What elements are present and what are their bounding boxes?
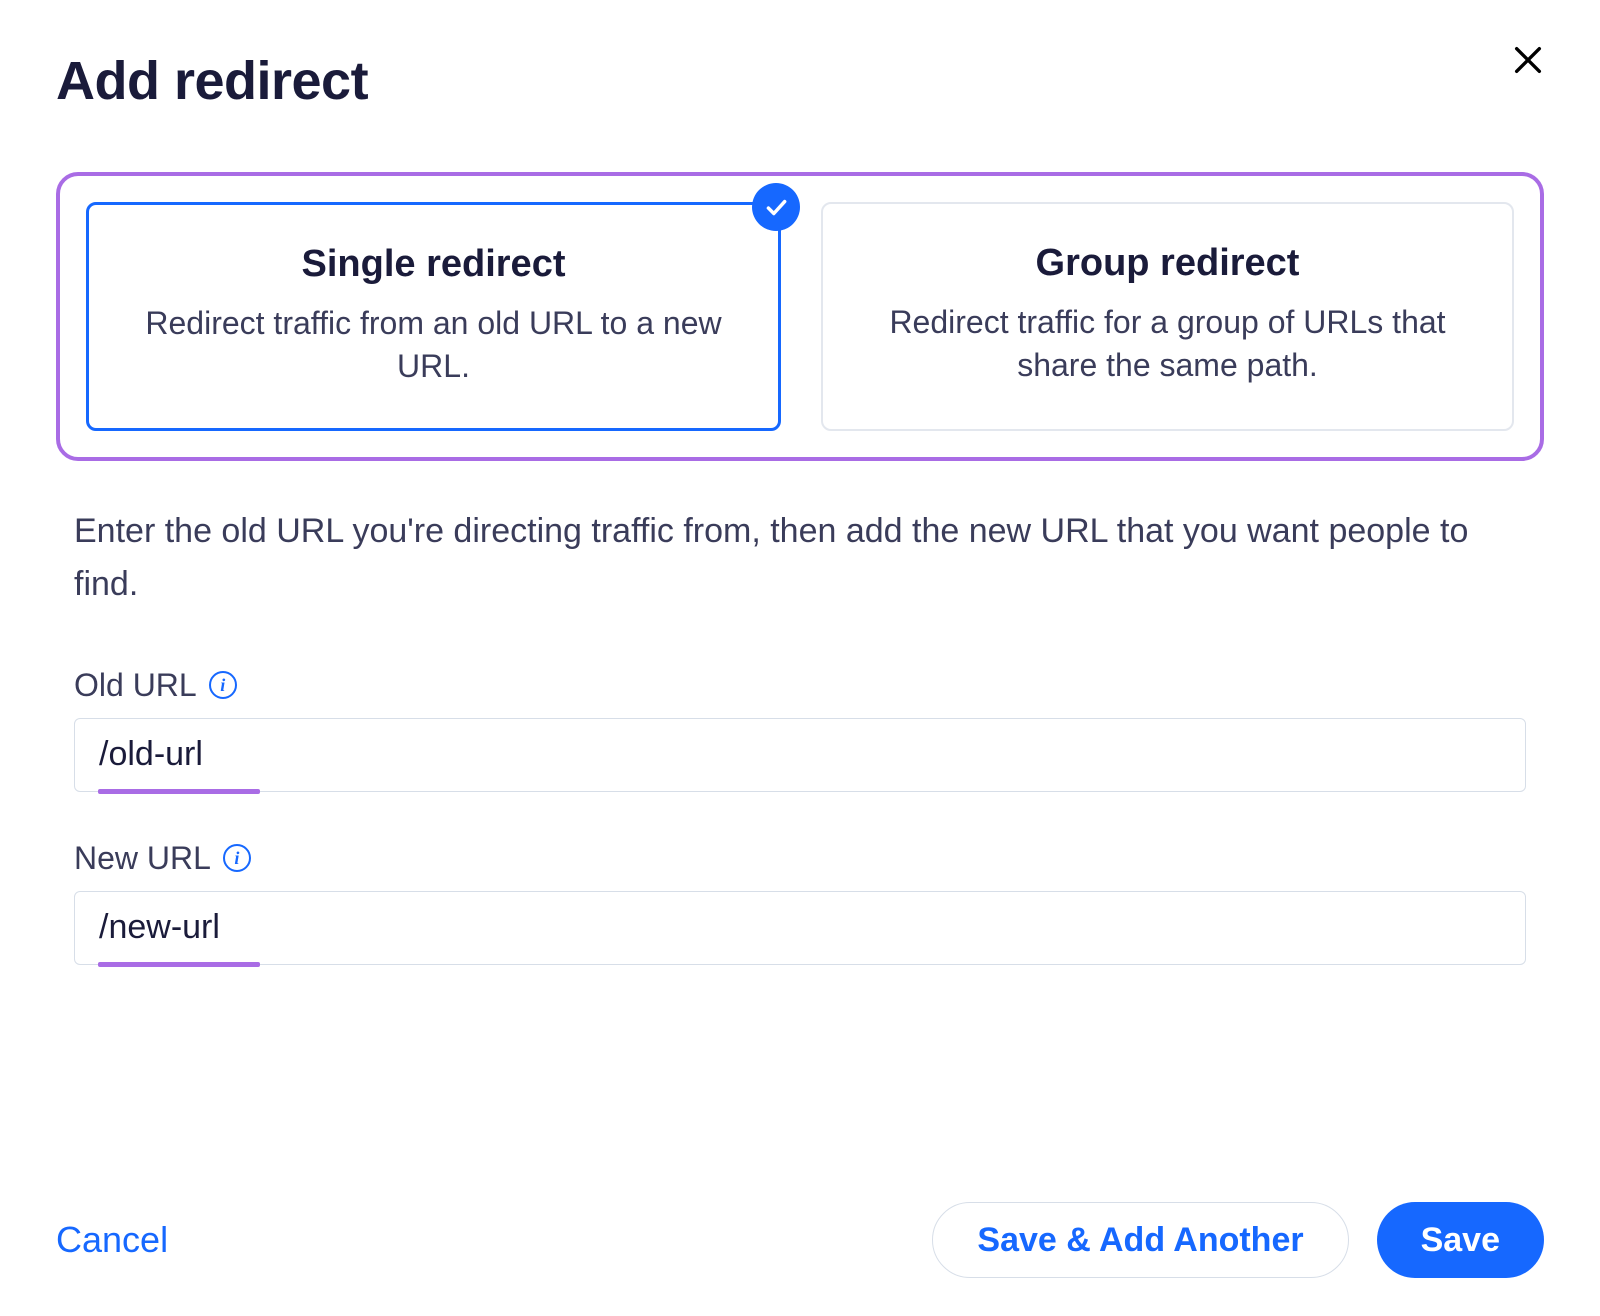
info-icon[interactable]: i (209, 671, 237, 699)
new-url-input[interactable] (74, 891, 1526, 965)
save-button[interactable]: Save (1377, 1202, 1544, 1278)
selected-check-badge (752, 183, 800, 231)
single-redirect-description: Redirect traffic from an old URL to a ne… (129, 302, 738, 388)
save-and-add-another-button[interactable]: Save & Add Another (932, 1202, 1348, 1278)
group-redirect-title: Group redirect (863, 242, 1472, 285)
new-url-field: New URL i (74, 840, 1526, 965)
add-redirect-modal: Add redirect Single redirect Redirect tr… (0, 0, 1600, 1316)
group-redirect-card[interactable]: Group redirect Redirect traffic for a gr… (821, 202, 1514, 431)
single-redirect-card[interactable]: Single redirect Redirect traffic from an… (86, 202, 781, 431)
highlight-underline (98, 962, 260, 967)
old-url-label: Old URL (74, 667, 197, 704)
redirect-type-selector: Single redirect Redirect traffic from an… (56, 172, 1544, 461)
modal-actions: Cancel Save & Add Another Save (56, 1202, 1544, 1278)
info-icon[interactable]: i (223, 844, 251, 872)
single-redirect-title: Single redirect (129, 243, 738, 286)
close-button[interactable] (1504, 36, 1552, 84)
check-icon (763, 194, 789, 220)
cancel-button[interactable]: Cancel (56, 1219, 168, 1261)
old-url-input[interactable] (74, 718, 1526, 792)
highlight-underline (98, 789, 260, 794)
old-url-field: Old URL i (74, 667, 1526, 792)
modal-title: Add redirect (56, 50, 1544, 112)
close-icon (1511, 43, 1545, 77)
group-redirect-description: Redirect traffic for a group of URLs tha… (863, 301, 1472, 387)
new-url-label: New URL (74, 840, 211, 877)
instructions-text: Enter the old URL you're directing traff… (74, 505, 1526, 610)
